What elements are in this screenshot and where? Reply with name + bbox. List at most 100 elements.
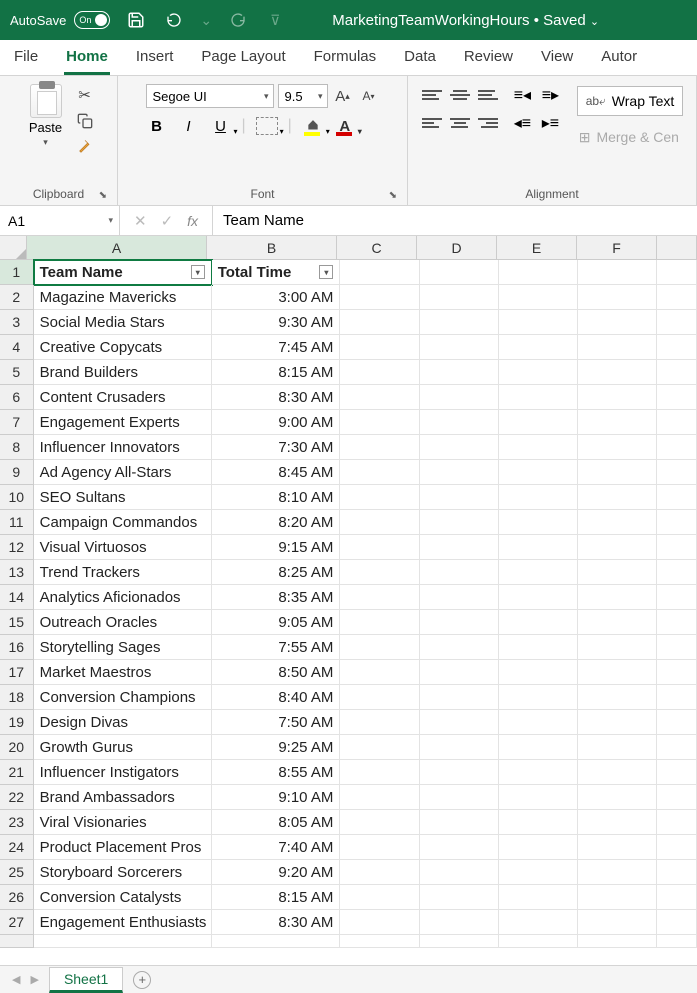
cell-D2[interactable] [420, 285, 499, 310]
cell-B14[interactable]: 8:35 AM [212, 585, 341, 610]
row-header-12[interactable]: 12 [0, 535, 34, 560]
cell-A2[interactable]: Magazine Mavericks [34, 285, 212, 310]
column-header-A[interactable]: A [27, 236, 207, 260]
cell-A14[interactable]: Analytics Aficionados [34, 585, 212, 610]
cell-G5[interactable] [657, 360, 697, 385]
cell-B18[interactable]: 8:40 AM [212, 685, 341, 710]
cell-C8[interactable] [340, 435, 419, 460]
cell-C18[interactable] [340, 685, 419, 710]
wrap-text-button[interactable]: ab⤶Wrap Text [577, 86, 684, 116]
cell-D23[interactable] [420, 810, 499, 835]
enter-icon[interactable]: ✓ [161, 212, 174, 230]
row-header-26[interactable]: 26 [0, 885, 34, 910]
cell-F10[interactable] [578, 485, 657, 510]
cell-F16[interactable] [578, 635, 657, 660]
cell-C7[interactable] [340, 410, 419, 435]
cell-D27[interactable] [420, 910, 499, 935]
cancel-icon[interactable]: ✕ [134, 212, 147, 230]
cell-B24[interactable]: 7:40 AM [212, 835, 341, 860]
cell-D28[interactable] [420, 935, 499, 948]
align-middle-button[interactable] [449, 86, 471, 104]
cell-F7[interactable] [578, 410, 657, 435]
cell-C17[interactable] [340, 660, 419, 685]
row-header-25[interactable]: 25 [0, 860, 34, 885]
cell-A25[interactable]: Storyboard Sorcerers [34, 860, 212, 885]
cell-F13[interactable] [578, 560, 657, 585]
fill-color-button[interactable]: ▾ [302, 116, 324, 136]
formula-input[interactable]: Team Name [213, 206, 697, 235]
row-header-16[interactable]: 16 [0, 635, 34, 660]
cell-G18[interactable] [657, 685, 697, 710]
tab-page-layout[interactable]: Page Layout [199, 42, 287, 75]
row-header-18[interactable]: 18 [0, 685, 34, 710]
cell-F23[interactable] [578, 810, 657, 835]
cell-G4[interactable] [657, 335, 697, 360]
cell-B5[interactable]: 8:15 AM [212, 360, 341, 385]
cell-B26[interactable]: 8:15 AM [212, 885, 341, 910]
cell-F27[interactable] [578, 910, 657, 935]
cell-B19[interactable]: 7:50 AM [212, 710, 341, 735]
cell-D24[interactable] [420, 835, 499, 860]
cell-C21[interactable] [340, 760, 419, 785]
cell-E27[interactable] [499, 910, 578, 935]
cell-E15[interactable] [499, 610, 578, 635]
cell-G12[interactable] [657, 535, 697, 560]
tab-review[interactable]: Review [462, 42, 515, 75]
row-header-24[interactable]: 24 [0, 835, 34, 860]
cell-D22[interactable] [420, 785, 499, 810]
row-header-2[interactable]: 2 [0, 285, 34, 310]
cell-A8[interactable]: Influencer Innovators [34, 435, 212, 460]
cell-B2[interactable]: 3:00 AM [212, 285, 341, 310]
cell-E28[interactable] [499, 935, 578, 948]
cell-G27[interactable] [657, 910, 697, 935]
cell-F5[interactable] [578, 360, 657, 385]
cell-A7[interactable]: Engagement Experts [34, 410, 212, 435]
document-title[interactable]: MarketingTeamWorkingHours • Saved ⌄ [244, 12, 687, 29]
cell-E17[interactable] [499, 660, 578, 685]
add-sheet-button[interactable]: + [133, 971, 151, 989]
cell-C24[interactable] [340, 835, 419, 860]
row-header-7[interactable]: 7 [0, 410, 34, 435]
cell-D3[interactable] [420, 310, 499, 335]
cell-C12[interactable] [340, 535, 419, 560]
format-painter-icon[interactable] [75, 138, 95, 156]
cell-B15[interactable]: 9:05 AM [212, 610, 341, 635]
align-top-button[interactable] [421, 86, 443, 104]
row-header-21[interactable]: 21 [0, 760, 34, 785]
increase-font-icon[interactable]: A▴ [332, 85, 354, 107]
cell-C23[interactable] [340, 810, 419, 835]
sheet-prev-icon[interactable]: ◀ [12, 973, 20, 986]
cell-B11[interactable]: 8:20 AM [212, 510, 341, 535]
row-header-10[interactable]: 10 [0, 485, 34, 510]
row-header-9[interactable]: 9 [0, 460, 34, 485]
cell-E6[interactable] [499, 385, 578, 410]
cell-G9[interactable] [657, 460, 697, 485]
copy-icon[interactable] [75, 112, 95, 130]
row-header-22[interactable]: 22 [0, 785, 34, 810]
cell-D11[interactable] [420, 510, 499, 535]
underline-button[interactable]: U▾ [210, 116, 232, 136]
cell-G26[interactable] [657, 885, 697, 910]
cell-F28[interactable] [578, 935, 657, 948]
merge-center-button[interactable]: ⊞Merge & Cen [577, 122, 684, 152]
autosave-toggle[interactable]: AutoSave On [10, 11, 110, 29]
cell-C3[interactable] [340, 310, 419, 335]
cell-C13[interactable] [340, 560, 419, 585]
save-icon[interactable] [124, 8, 148, 32]
cell-B3[interactable]: 9:30 AM [212, 310, 341, 335]
column-header-F[interactable]: F [577, 236, 657, 260]
cell-B28[interactable] [212, 935, 341, 948]
cell-C28[interactable] [340, 935, 419, 948]
cell-D15[interactable] [420, 610, 499, 635]
cell-F12[interactable] [578, 535, 657, 560]
cell-E26[interactable] [499, 885, 578, 910]
name-box[interactable]: A1▾ [0, 206, 120, 235]
row-header-23[interactable]: 23 [0, 810, 34, 835]
cell-G20[interactable] [657, 735, 697, 760]
cell-C1[interactable] [340, 260, 419, 285]
cell-D8[interactable] [420, 435, 499, 460]
align-center-button[interactable] [449, 114, 471, 132]
cell-B10[interactable]: 8:10 AM [212, 485, 341, 510]
align-right-button[interactable] [477, 114, 499, 132]
cell-E25[interactable] [499, 860, 578, 885]
